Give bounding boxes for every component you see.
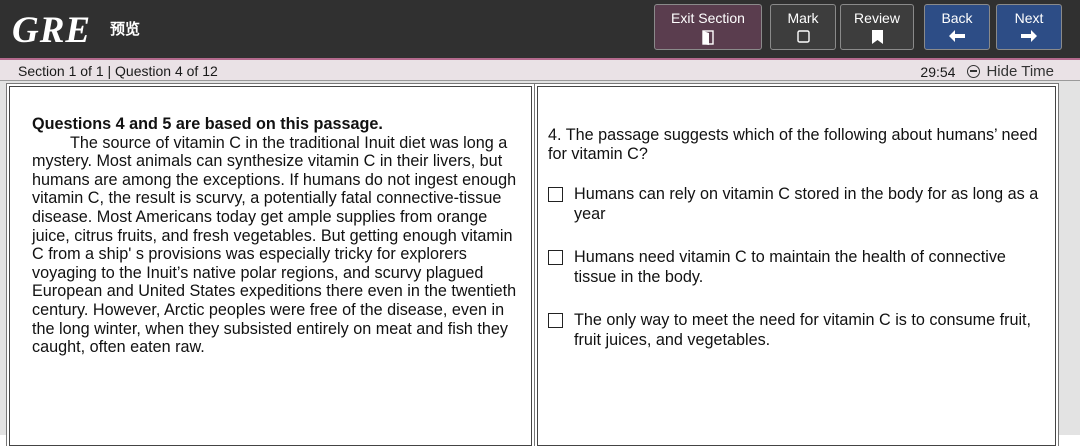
option-text: Humans can rely on vitamin C stored in t… (574, 185, 1039, 223)
minus-circle-icon (967, 65, 981, 78)
back-label: Back (941, 10, 973, 26)
review-label: Review (854, 10, 900, 26)
option-checkbox[interactable] (548, 313, 563, 328)
passage-pane[interactable]: Questions 4 and 5 are based on this pass… (9, 86, 532, 446)
top-toolbar: GRE 预览 Exit Section Mark Review Back Nex… (0, 0, 1080, 58)
exit-section-button[interactable]: Exit Section (654, 4, 762, 50)
answer-option-c[interactable]: The only way to meet the need for vitami… (548, 311, 1048, 350)
section-question-info: Section 1 of 1 | Question 4 of 12 (18, 63, 218, 79)
option-text: Humans need vitamin C to maintain the he… (574, 248, 1006, 286)
timer-area: 29:54 Hide Time (920, 63, 1054, 80)
hide-time-label: Hide Time (986, 63, 1054, 80)
bookmark-icon (871, 30, 883, 44)
next-label: Next (1014, 10, 1044, 26)
exit-section-label: Exit Section (671, 10, 745, 26)
question-prompt: 4. The passage suggests which of the fol… (548, 126, 1038, 163)
preview-label: 预览 (110, 21, 141, 38)
arrow-left-icon (949, 30, 965, 42)
timer: 29:54 (920, 63, 956, 80)
answer-options: Humans can rely on vitamin C stored in t… (548, 185, 1048, 374)
option-checkbox[interactable] (548, 187, 563, 202)
mark-label: Mark (787, 10, 819, 26)
next-button[interactable]: Next (996, 4, 1062, 50)
passage-heading: Questions 4 and 5 are based on this pass… (32, 115, 383, 133)
hide-time-button[interactable]: Hide Time (967, 63, 1054, 80)
answer-option-b[interactable]: Humans need vitamin C to maintain the he… (548, 248, 1048, 287)
option-checkbox[interactable] (548, 250, 563, 265)
gre-logo: GRE (12, 10, 92, 51)
answer-option-a[interactable]: Humans can rely on vitamin C stored in t… (548, 185, 1048, 224)
checkbox-icon (796, 30, 810, 43)
back-button[interactable]: Back (924, 4, 990, 50)
content-area: Questions 4 and 5 are based on this pass… (0, 81, 1080, 446)
door-icon (702, 30, 714, 45)
passage-text: The source of vitamin C in the tradition… (32, 133, 517, 357)
arrow-right-icon (1021, 30, 1037, 42)
passage: Questions 4 and 5 are based on this pass… (32, 115, 518, 357)
question-pane: 4. The passage suggests which of the fol… (537, 86, 1056, 446)
status-bar: Section 1 of 1 | Question 4 of 12 29:54 … (0, 58, 1080, 81)
review-button[interactable]: Review (840, 4, 914, 50)
mark-button[interactable]: Mark (770, 4, 836, 50)
option-text: The only way to meet the need for vitami… (574, 311, 1032, 349)
